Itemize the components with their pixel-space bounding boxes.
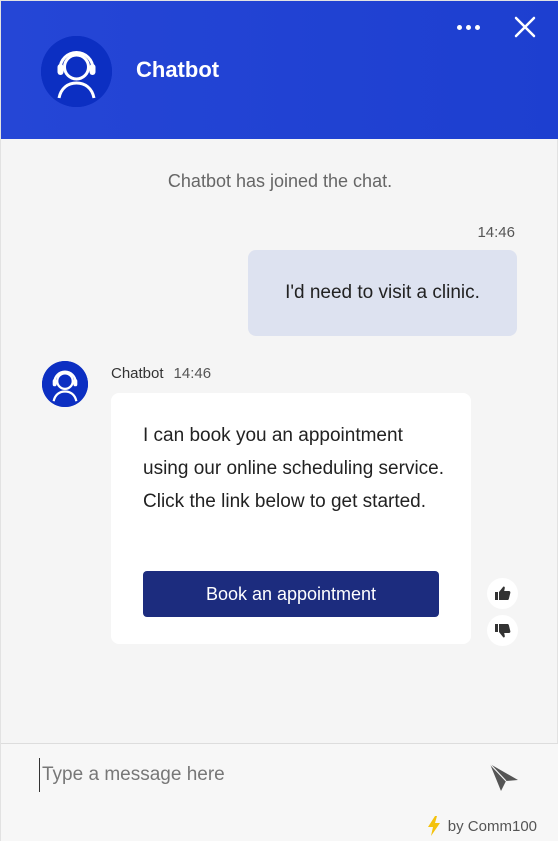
thumbs-down-icon	[495, 624, 511, 638]
user-message-text: I'd need to visit a clinic.	[285, 282, 480, 303]
close-icon	[514, 16, 536, 38]
lightning-icon	[427, 816, 440, 836]
powered-by[interactable]: by Comm100	[426, 816, 537, 836]
system-message: Chatbot has joined the chat.	[167, 171, 393, 191]
message-composer: by Comm100	[1, 743, 558, 841]
thumbs-down-button[interactable]	[487, 615, 518, 646]
more-dots-icon	[457, 25, 462, 30]
bot-message-meta: Chatbot 14:46	[111, 365, 211, 382]
headset-agent-icon	[42, 361, 88, 407]
send-button[interactable]	[487, 760, 521, 794]
close-button[interactable]	[509, 11, 541, 43]
bot-message-time: 14:46	[173, 365, 212, 382]
thumbs-up-icon	[495, 586, 511, 600]
bot-avatar	[42, 361, 88, 407]
chat-header: Chatbot	[1, 1, 558, 139]
more-options-button[interactable]	[449, 13, 487, 41]
header-title: Chatbot	[136, 57, 220, 82]
bot-sender-name: Chatbot	[111, 365, 164, 382]
send-icon	[489, 763, 518, 791]
headset-agent-icon	[41, 36, 112, 107]
thumbs-up-button[interactable]	[487, 578, 518, 609]
chat-widget: Chatbot Chatbot has joined the chat. 14:…	[0, 0, 558, 841]
message-input[interactable]	[39, 758, 459, 792]
powered-by-label: by Comm100	[447, 817, 537, 835]
bot-message-text: I can book you an appointment using our …	[143, 425, 445, 512]
book-appointment-button[interactable]: Book an appointment	[143, 571, 439, 617]
user-message-time: 14:46	[477, 224, 515, 241]
bot-message-bubble: I can book you an appointment using our …	[111, 393, 471, 644]
header-avatar	[41, 36, 112, 107]
user-message-bubble: I'd need to visit a clinic.	[248, 250, 517, 336]
